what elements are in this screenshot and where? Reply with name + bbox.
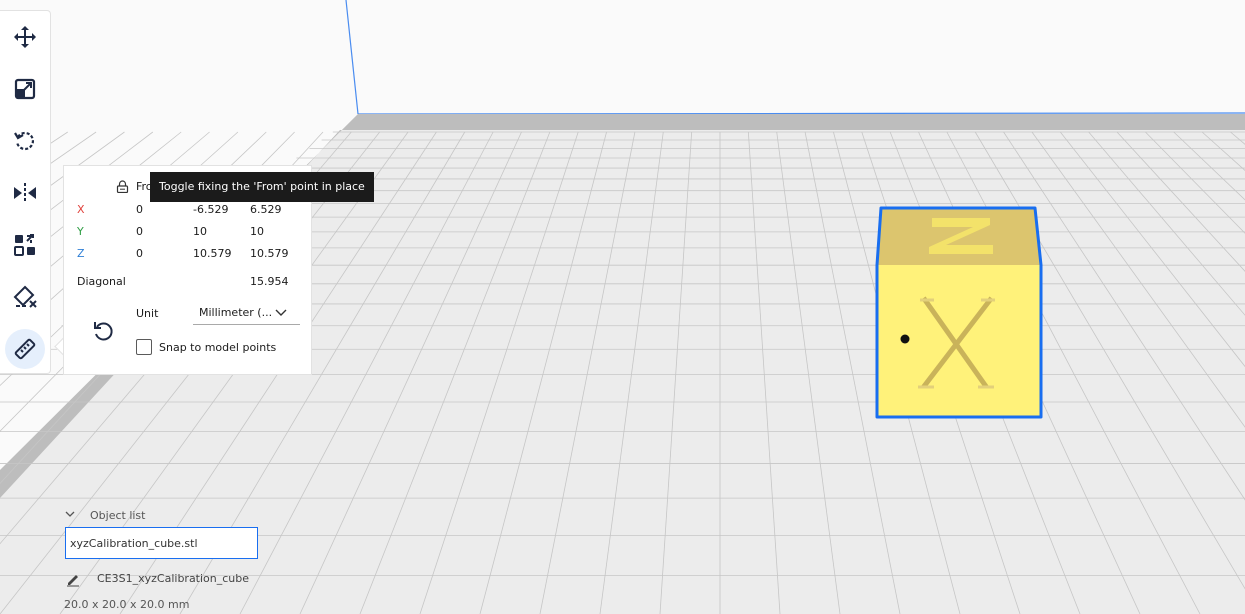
y-delta-value: 10	[250, 225, 264, 238]
z-from-value: 0	[136, 247, 143, 260]
object-list-title[interactable]: Object list	[90, 509, 145, 522]
y-to-value: 10	[193, 225, 207, 238]
unit-dropdown-value: Millimeter (...	[199, 306, 273, 319]
z-axis-label: Z	[77, 247, 85, 260]
rotate-icon	[14, 131, 35, 151]
per-model-settings-icon	[14, 234, 35, 256]
scale-tool-button[interactable]	[5, 69, 45, 109]
chevron-down-icon[interactable]	[64, 509, 76, 521]
rotate-tool-button[interactable]	[5, 121, 45, 161]
lock-icon[interactable]	[116, 180, 129, 193]
x-delta-value: 6.529	[250, 203, 282, 216]
xyz-calibration-cube-model[interactable]	[875, 206, 1043, 419]
y-from-value: 0	[136, 225, 143, 238]
unit-label: Unit	[136, 307, 159, 320]
model-dimensions: 20.0 x 20.0 x 20.0 mm	[64, 598, 190, 611]
z-to-value: 10.579	[193, 247, 232, 260]
scale-icon	[14, 78, 36, 100]
lock-tooltip: Toggle fixing the 'From' point in place	[150, 172, 374, 202]
x-from-value: 0	[136, 203, 143, 216]
y-axis-label: Y	[77, 225, 84, 238]
diagonal-value: 15.954	[250, 275, 289, 288]
unit-dropdown[interactable]: Millimeter (...	[193, 301, 300, 325]
support-blocker-tool-button[interactable]	[5, 277, 45, 317]
chevron-down-icon	[275, 309, 287, 316]
snap-to-model-points-checkbox[interactable]	[136, 339, 152, 355]
measure-tool-button[interactable]	[5, 329, 45, 369]
job-name: CE3S1_xyzCalibration_cube	[97, 572, 250, 585]
z-delta-value: 10.579	[250, 247, 289, 260]
reset-measure-icon[interactable]	[91, 319, 115, 343]
snap-to-model-points-label: Snap to model points	[159, 341, 277, 354]
mirror-icon	[14, 183, 36, 203]
support-blocker-icon	[13, 285, 37, 308]
mirror-tool-button[interactable]	[5, 173, 45, 213]
ruler-icon	[14, 338, 36, 360]
x-to-value: -6.529	[193, 203, 229, 216]
move-tool-button[interactable]	[5, 17, 45, 57]
diagonal-label: Diagonal	[77, 275, 126, 288]
left-toolbar	[0, 10, 51, 374]
per-model-settings-tool-button[interactable]	[5, 225, 45, 265]
pencil-icon[interactable]	[65, 571, 81, 587]
measure-point-marker	[900, 334, 910, 344]
object-name-field[interactable]	[65, 527, 258, 559]
move-arrows-icon	[14, 26, 36, 48]
x-axis-label: X	[77, 203, 85, 216]
